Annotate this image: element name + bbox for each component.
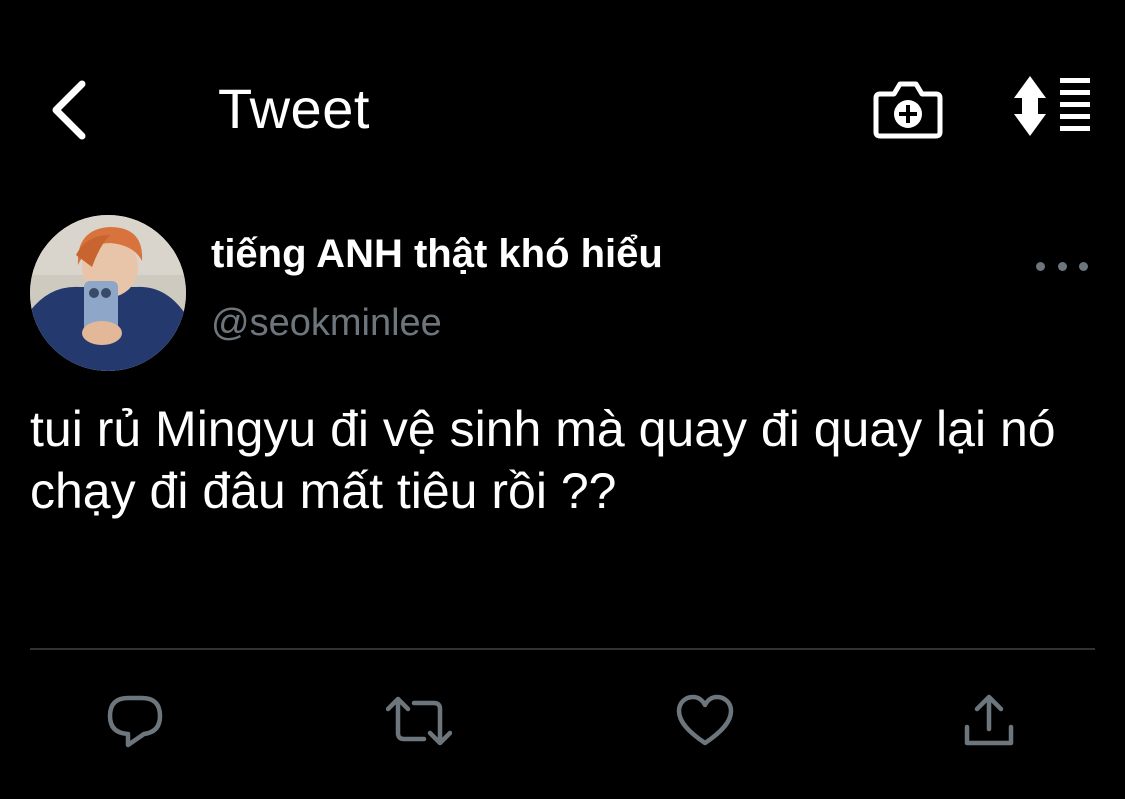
author-display-name[interactable]: tiếng ANH thật khó hiểu (211, 230, 663, 278)
reply-icon (107, 695, 163, 748)
more-horizontal-icon (1036, 261, 1045, 271)
more-dot (1057, 261, 1067, 271)
share-button[interactable] (956, 688, 1022, 754)
more-dot (1079, 261, 1088, 271)
tweet-text: tui rủ Mingyu đi vệ sinh mà quay đi quay… (30, 401, 1056, 519)
more-options-button[interactable] (1036, 250, 1088, 282)
reply-button[interactable] (102, 688, 168, 754)
divider (30, 648, 1095, 650)
sort-lines-icon (1014, 76, 1090, 136)
sort-toggle-button[interactable] (1010, 74, 1094, 138)
like-button[interactable] (672, 688, 738, 754)
chevron-left-icon (52, 80, 86, 140)
share-icon (964, 694, 1014, 746)
author-handle[interactable]: @seokminlee (211, 300, 442, 346)
top-navigation-bar: Tweet (0, 0, 1125, 200)
back-button[interactable] (40, 72, 96, 148)
profile-photo (30, 215, 186, 371)
heart-icon (676, 694, 734, 746)
camera-button[interactable] (872, 74, 944, 142)
page-title: Tweet (218, 77, 370, 140)
retweet-icon (386, 696, 452, 746)
retweet-button[interactable] (386, 688, 452, 754)
avatar[interactable] (30, 215, 186, 371)
camera-plus-icon (873, 81, 943, 139)
